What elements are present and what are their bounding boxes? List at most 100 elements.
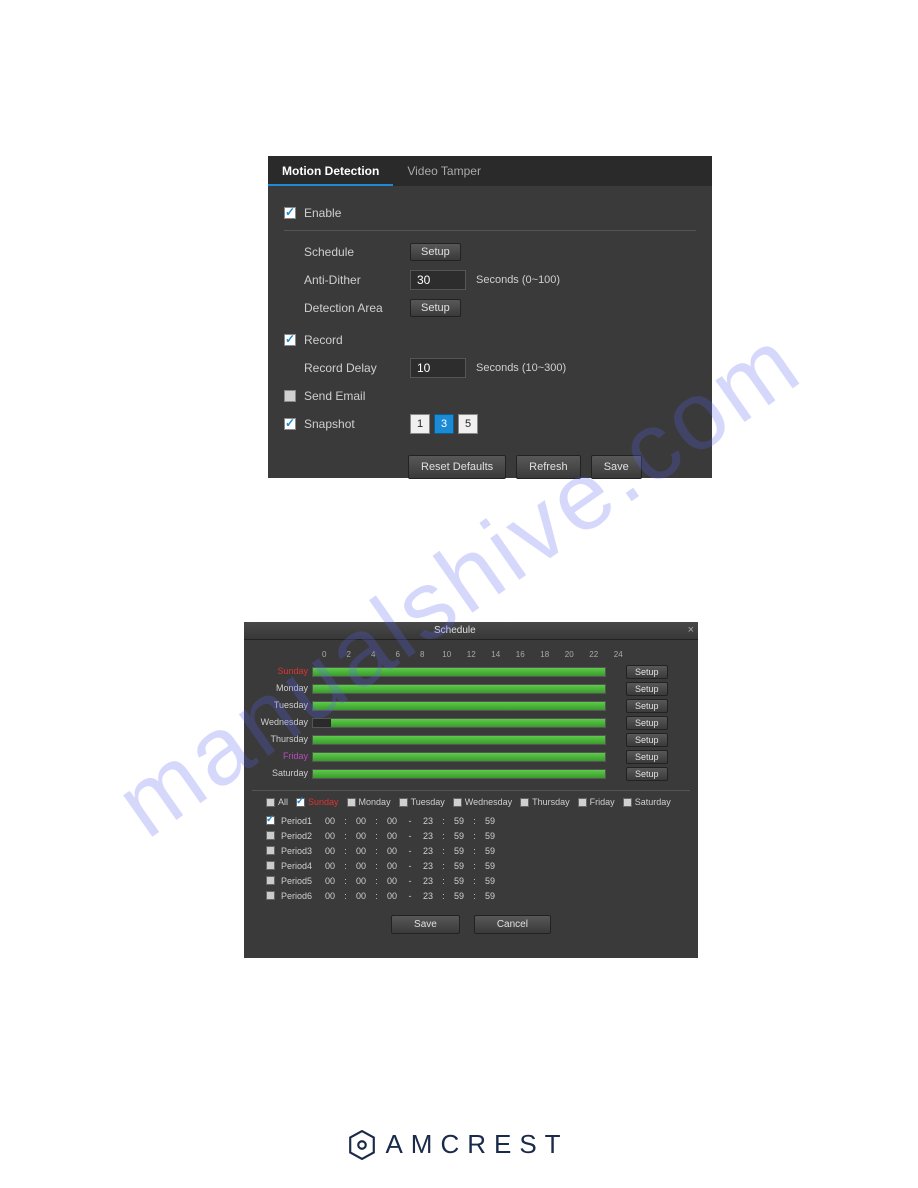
setup-tuesday-button[interactable]: Setup (626, 699, 668, 713)
snapshot-checkbox[interactable] (284, 418, 296, 430)
check-tuesday-label: Tuesday (411, 797, 445, 807)
period5-to-h[interactable]: 23 (421, 876, 435, 886)
setup-wednesday-button[interactable]: Setup (626, 716, 668, 730)
period4-from-s[interactable]: 00 (385, 861, 399, 871)
detection-area-setup-button[interactable]: Setup (410, 299, 461, 317)
record-checkbox[interactable] (284, 334, 296, 346)
period5-from-s[interactable]: 00 (385, 876, 399, 886)
period2-checkbox[interactable] (266, 831, 275, 840)
save-button[interactable]: Save (591, 455, 642, 479)
period5-to-m[interactable]: 59 (452, 876, 466, 886)
bar-thursday[interactable] (312, 735, 606, 745)
period1-from-h[interactable]: 00 (323, 816, 337, 826)
period3-to-s[interactable]: 59 (483, 846, 497, 856)
channel-1-button[interactable]: 1 (410, 414, 430, 434)
refresh-button[interactable]: Refresh (516, 455, 581, 479)
setup-thursday-button[interactable]: Setup (626, 733, 668, 747)
motion-detection-panel: Motion Detection Video Tamper Enable Sch… (268, 156, 712, 478)
period6-checkbox[interactable] (266, 891, 275, 900)
schedule-setup-button[interactable]: Setup (410, 243, 461, 261)
reset-defaults-button[interactable]: Reset Defaults (408, 455, 506, 479)
check-all[interactable] (266, 798, 275, 807)
day-label-friday: Friday (252, 748, 312, 765)
enable-checkbox[interactable] (284, 207, 296, 219)
period3-to-m[interactable]: 59 (452, 846, 466, 856)
period2-from-s[interactable]: 00 (385, 831, 399, 841)
setup-sunday-button[interactable]: Setup (626, 665, 668, 679)
period1-to-m[interactable]: 59 (452, 816, 466, 826)
period1-to-s[interactable]: 59 (483, 816, 497, 826)
period4-to-s[interactable]: 59 (483, 861, 497, 871)
period5-label: Period5 (281, 876, 317, 886)
tab-motion-detection[interactable]: Motion Detection (268, 156, 393, 186)
period6-from-m[interactable]: 00 (354, 891, 368, 901)
period6-from-h[interactable]: 00 (323, 891, 337, 901)
period4-to-h[interactable]: 23 (421, 861, 435, 871)
schedule-label: Schedule (304, 245, 410, 259)
period3-to-h[interactable]: 23 (421, 846, 435, 856)
setup-saturday-button[interactable]: Setup (626, 767, 668, 781)
period6-from-s[interactable]: 00 (385, 891, 399, 901)
bar-saturday[interactable] (312, 769, 606, 779)
day-labels: Sunday Monday Tuesday Wednesday Thursday… (252, 650, 312, 782)
check-friday[interactable] (578, 798, 587, 807)
setup-friday-button[interactable]: Setup (626, 750, 668, 764)
tab-video-tamper[interactable]: Video Tamper (393, 156, 495, 186)
period6-to-m[interactable]: 59 (452, 891, 466, 901)
period5-to-s[interactable]: 59 (483, 876, 497, 886)
period4-from-h[interactable]: 00 (323, 861, 337, 871)
period4-to-m[interactable]: 59 (452, 861, 466, 871)
bar-sunday[interactable] (312, 667, 606, 677)
period6-to-s[interactable]: 59 (483, 891, 497, 901)
period4-from-m[interactable]: 00 (354, 861, 368, 871)
check-thursday[interactable] (520, 798, 529, 807)
close-icon[interactable]: × (688, 624, 694, 636)
bar-friday[interactable] (312, 752, 606, 762)
hour-6: 6 (386, 650, 411, 663)
period5-from-m[interactable]: 00 (354, 876, 368, 886)
bar-tuesday[interactable] (312, 701, 606, 711)
schedule-save-button[interactable]: Save (391, 915, 460, 934)
period2-to-h[interactable]: 23 (421, 831, 435, 841)
check-tuesday[interactable] (399, 798, 408, 807)
bar-monday[interactable] (312, 684, 606, 694)
channel-3-button[interactable]: 3 (434, 414, 454, 434)
send-email-checkbox[interactable] (284, 390, 296, 402)
hour-12: 12 (459, 650, 484, 663)
hour-4: 4 (361, 650, 386, 663)
detection-area-label: Detection Area (304, 301, 410, 315)
amcrest-logo: AMCREST (0, 1129, 918, 1160)
check-wednesday[interactable] (453, 798, 462, 807)
period3-from-s[interactable]: 00 (385, 846, 399, 856)
record-delay-hint: Seconds (10~300) (476, 362, 566, 374)
schedule-cancel-button[interactable]: Cancel (474, 915, 551, 934)
anti-dither-input[interactable] (410, 270, 466, 290)
period3-from-m[interactable]: 00 (354, 846, 368, 856)
period1-from-s[interactable]: 00 (385, 816, 399, 826)
period4-checkbox[interactable] (266, 861, 275, 870)
period2-to-s[interactable]: 59 (483, 831, 497, 841)
period6-to-h[interactable]: 23 (421, 891, 435, 901)
check-monday[interactable] (347, 798, 356, 807)
record-delay-input[interactable] (410, 358, 466, 378)
period2-from-h[interactable]: 00 (323, 831, 337, 841)
period1-to-h[interactable]: 23 (421, 816, 435, 826)
period1-checkbox[interactable] (266, 816, 275, 825)
period1-from-m[interactable]: 00 (354, 816, 368, 826)
day-checkboxes: All Sunday Monday Tuesday Wednesday Thur… (266, 797, 690, 807)
check-saturday[interactable] (623, 798, 632, 807)
check-sunday[interactable] (296, 798, 305, 807)
period3-checkbox[interactable] (266, 846, 275, 855)
period2-to-m[interactable]: 59 (452, 831, 466, 841)
check-sunday-label: Sunday (308, 797, 339, 807)
period2-from-m[interactable]: 00 (354, 831, 368, 841)
check-thursday-label: Thursday (532, 797, 570, 807)
period5-from-h[interactable]: 00 (323, 876, 337, 886)
period5-checkbox[interactable] (266, 876, 275, 885)
period1-label: Period1 (281, 816, 317, 826)
channel-5-button[interactable]: 5 (458, 414, 478, 434)
setup-monday-button[interactable]: Setup (626, 682, 668, 696)
check-wednesday-label: Wednesday (465, 797, 512, 807)
bar-wednesday[interactable] (312, 718, 606, 728)
period3-from-h[interactable]: 00 (323, 846, 337, 856)
